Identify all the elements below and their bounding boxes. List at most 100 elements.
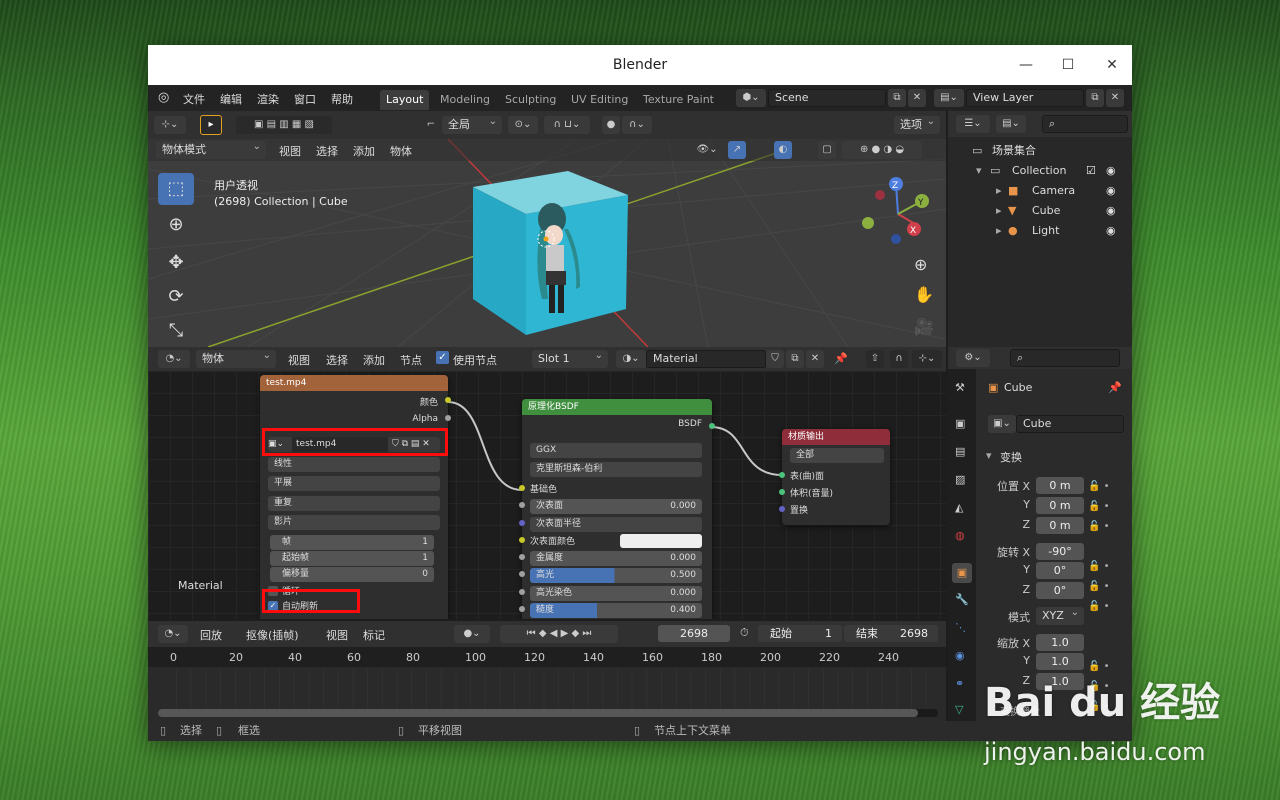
falloff-icon[interactable]: ∩⌄	[622, 116, 652, 134]
subsurface-field[interactable]: 次表面 0.000	[530, 499, 702, 514]
tab-layout[interactable]: Layout	[380, 90, 430, 110]
properties-search-input[interactable]: ⌕	[1010, 349, 1120, 367]
parent-node-icon[interactable]: ⇧	[866, 350, 884, 368]
output-tab-icon[interactable]: ▤	[955, 445, 965, 458]
timeline-area[interactable]: 0 20 40 60 80 100 120 140 160 180 200 220 240	[148, 647, 946, 721]
timeline-menu-playback[interactable]: 回放	[200, 627, 222, 643]
3d-viewport[interactable]: Z Y X 物体模式 视图 选择 添加 物体 👁⌄ ↗ ◐ ▢ ⊕ ● ◑ ◒ …	[148, 139, 946, 347]
pivot-icon[interactable]: ⊙⌄	[508, 116, 538, 134]
stopwatch-icon[interactable]: ⏱	[740, 626, 749, 640]
gizmo-icon[interactable]: ↗	[728, 141, 746, 159]
scale-x-field[interactable]: 1.0	[1036, 634, 1084, 651]
object-tab-icon[interactable]: ▣	[952, 563, 972, 583]
proportional-icon[interactable]: ●	[602, 116, 620, 134]
bsdf-output-socket[interactable]	[709, 423, 715, 429]
timeline-menu-view[interactable]: 视图	[326, 627, 348, 643]
record-icon[interactable]: ●⌄	[454, 625, 490, 643]
snap-icon[interactable]: ∩ ⊔⌄	[544, 116, 590, 134]
scale-y-field[interactable]: 1.0	[1036, 653, 1084, 670]
eye-icon[interactable]: ◉	[1106, 181, 1116, 201]
tab-uv-editing[interactable]: UV Editing	[565, 90, 634, 110]
menu-help[interactable]: 帮助	[331, 91, 353, 107]
menu-render[interactable]: 渲染	[257, 91, 279, 107]
orientation-dropdown[interactable]: 全局	[442, 113, 502, 134]
current-frame-field[interactable]: 2698	[658, 625, 730, 642]
maximize-button[interactable]: ☐	[1058, 55, 1078, 75]
ne-menu-add[interactable]: 添加	[363, 352, 385, 368]
timeline-scrollbar[interactable]	[158, 709, 938, 717]
rotation-z-field[interactable]: 0°	[1036, 582, 1084, 599]
output-node-header[interactable]: 材质输出	[782, 429, 890, 445]
frames-field[interactable]: 帧1	[270, 535, 434, 550]
source-dropdown[interactable]: 影片	[268, 515, 440, 530]
outliner-row-scene-collection[interactable]: ▭ 场景集合	[948, 141, 1132, 161]
world-tab-icon[interactable]: ◍	[955, 529, 965, 542]
view-layer-field[interactable]: View Layer	[966, 89, 1084, 107]
start-frame-field[interactable]: 起始帧 1	[270, 551, 434, 566]
physics-tab-icon[interactable]: ◉	[955, 649, 965, 662]
delete-scene-icon[interactable]: ✕	[908, 89, 926, 107]
vp-menu-add[interactable]: 添加	[353, 143, 375, 159]
new-material-icon[interactable]: ⧉	[786, 350, 804, 368]
pan-hand-icon[interactable]: ✋	[914, 285, 934, 304]
material-name-field[interactable]: Material	[646, 350, 766, 368]
projection-dropdown[interactable]: 平展	[268, 476, 440, 491]
node-editor-canvas[interactable]: Material test.mp4 颜色 Alpha ▣⌄ test.mp4 ⛉…	[148, 371, 946, 619]
outliner-row-collection[interactable]: ▾ ▭ Collection ☑ ◉	[948, 161, 1132, 181]
ne-menu-view[interactable]: 视图	[288, 352, 310, 368]
output-target-dropdown[interactable]: 全部	[790, 448, 884, 463]
menu-edit[interactable]: 编辑	[220, 91, 242, 107]
view-layer-tab-icon[interactable]: ▨	[955, 473, 965, 486]
eye-icon[interactable]: ◉	[1106, 221, 1116, 241]
shading-icons[interactable]: ⊕ ● ◑ ◒	[842, 141, 922, 159]
outliner-row-cube[interactable]: ▸ ▼ Cube ◉	[948, 201, 1132, 221]
view-layer-icon[interactable]: ▤⌄	[934, 89, 964, 107]
base-color-socket[interactable]	[519, 485, 525, 491]
image-texture-node[interactable]: test.mp4 颜色 Alpha ▣⌄ test.mp4 ⛉ ⧉ ▤ ✕ 线性…	[260, 375, 451, 619]
output-alpha-socket[interactable]	[445, 415, 451, 421]
menu-window[interactable]: 窗口	[294, 91, 316, 107]
xray-icon[interactable]: ▢	[818, 141, 836, 159]
pin-icon[interactable]: 📌	[1108, 381, 1122, 394]
subsurface-color-swatch[interactable]	[620, 534, 702, 548]
select-mode-icon[interactable]: ▸	[200, 115, 222, 135]
modifier-tab-icon[interactable]: 🔧	[955, 593, 969, 606]
bsdf-node-header[interactable]: 原理化BSDF	[522, 399, 712, 415]
node-object-dropdown[interactable]: 物体	[196, 347, 276, 368]
expand-chevron-icon[interactable]: ▾	[976, 161, 982, 181]
collection-checkbox-icon[interactable]: ☑	[1086, 161, 1096, 181]
image-node-header[interactable]: test.mp4	[260, 375, 448, 391]
vp-menu-select[interactable]: 选择	[316, 143, 338, 159]
zoom-icon[interactable]: ⊕	[914, 255, 927, 274]
ne-menu-select[interactable]: 选择	[326, 352, 348, 368]
close-button[interactable]: ✕	[1102, 55, 1122, 75]
render-tab-icon[interactable]: ▣	[955, 417, 965, 430]
outliner-row-camera[interactable]: ▸ ■ Camera ◉	[948, 181, 1132, 201]
rotate-tool-icon[interactable]: ⟳	[158, 281, 194, 313]
select-tool-icon[interactable]: ⬚	[158, 173, 194, 205]
location-z-field[interactable]: 0 m	[1036, 517, 1084, 534]
blender-logo-icon[interactable]: ◎	[158, 90, 169, 105]
roughness-field[interactable]: 糙度 0.400	[530, 603, 702, 618]
transform-collapse-icon[interactable]: ▾	[986, 449, 992, 462]
location-x-field[interactable]: 0 m	[1036, 477, 1084, 494]
options-dropdown[interactable]: 选项	[894, 113, 940, 134]
new-view-layer-icon[interactable]: ⧉	[1086, 89, 1104, 107]
minimize-button[interactable]: —	[1016, 55, 1036, 75]
material-browse-icon[interactable]: ◑⌄	[616, 350, 646, 368]
orientation-icon[interactable]: ⌐	[424, 116, 438, 134]
tab-modeling[interactable]: Modeling	[434, 90, 496, 110]
camera-view-icon[interactable]: 🎥	[914, 317, 934, 336]
extension-dropdown[interactable]: 重复	[268, 496, 440, 511]
cursor-tool-icon[interactable]: ⊕	[158, 209, 194, 241]
start-frame-field[interactable]: 起始 1	[758, 625, 842, 642]
select-box-icons[interactable]: ▣ ▤ ▥ ▦ ▧	[236, 116, 332, 134]
timeline-menu-keying[interactable]: 抠像(插帧)	[246, 627, 299, 643]
object-browse-icon[interactable]: ▣⌄	[988, 415, 1016, 433]
move-tool-icon[interactable]: ✥	[158, 247, 194, 279]
output-color-socket[interactable]	[445, 397, 451, 403]
rotation-y-field[interactable]: 0°	[1036, 562, 1084, 579]
display-mode-icon[interactable]: ▤⌄	[996, 115, 1026, 133]
eye-icon[interactable]: ◉	[1106, 201, 1116, 221]
volume-socket[interactable]	[779, 489, 785, 495]
